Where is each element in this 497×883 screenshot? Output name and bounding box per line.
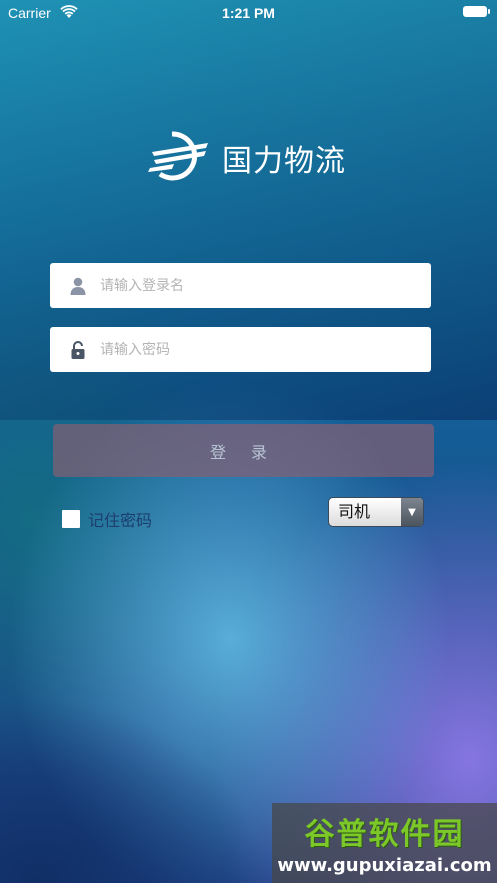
app-logo: 国力物流 [148,130,346,186]
battery-icon [463,6,490,17]
username-input[interactable] [98,264,431,307]
login-button[interactable]: 登 录 [53,424,434,477]
background-shade-bottom [0,650,300,883]
watermark-title: 谷普软件园 [304,817,465,852]
password-field[interactable] [50,327,431,372]
role-select[interactable]: 司机 ▼ [328,497,424,527]
watermark: 谷普软件园 www.gupuxiazai.com [272,803,497,883]
lock-icon [68,340,88,360]
chevron-down-icon[interactable]: ▼ [401,498,423,526]
status-time: 1:21 PM [222,5,275,21]
status-bar: Carrier 1:21 PM [0,0,497,26]
role-value[interactable]: 司机 [329,498,401,526]
watermark-url: www.gupuxiazai.com [277,855,492,876]
logo-mark-icon [148,130,212,186]
username-field[interactable] [50,263,431,308]
remember-checkbox[interactable] [62,510,80,528]
remember-password[interactable]: 记住密码 [62,507,152,531]
app-name: 国力物流 [222,144,346,179]
password-input[interactable] [98,328,431,371]
user-icon [68,276,88,296]
login-screen: Carrier 1:21 PM 国力物流 请输入登录名 登 录 记住密码 司机 … [0,0,497,883]
remember-label[interactable]: 记住密码 [88,507,152,531]
